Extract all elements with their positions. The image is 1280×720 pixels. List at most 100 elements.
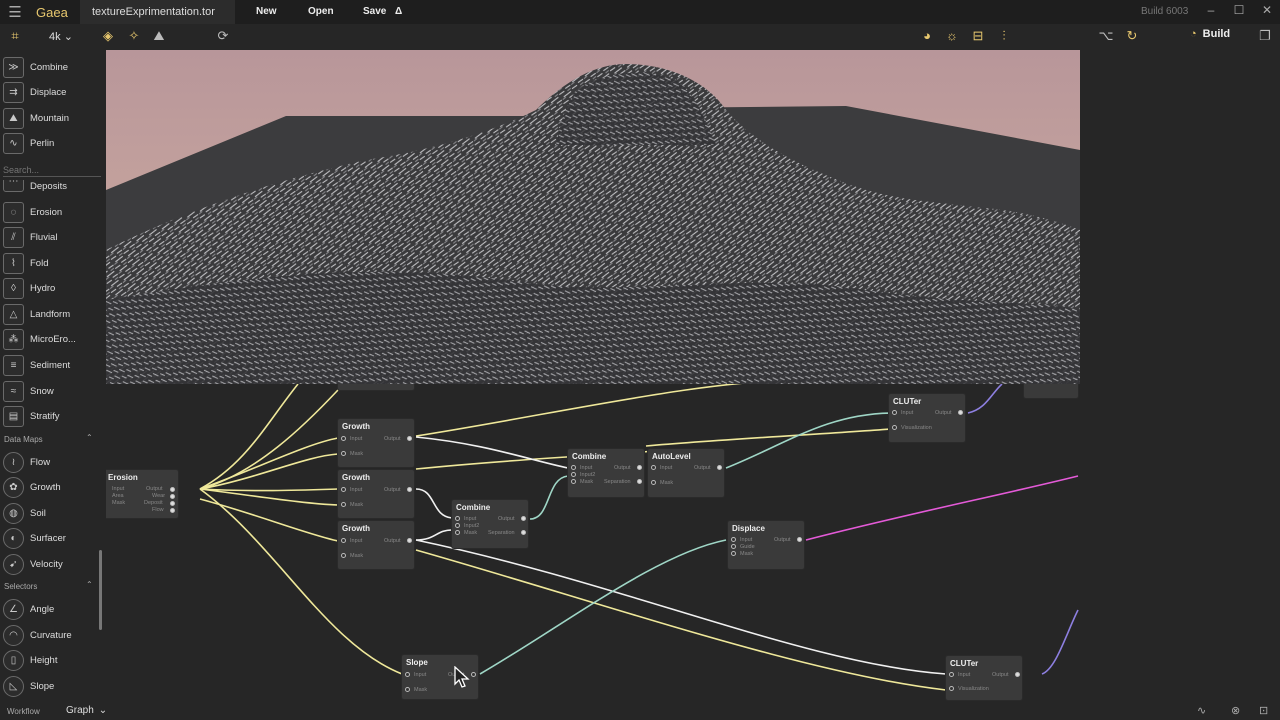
output-port[interactable]: [797, 537, 802, 542]
sliders-icon[interactable]: ⫶: [996, 28, 1012, 44]
frame-icon[interactable]: ⌗: [7, 28, 23, 44]
input-port[interactable]: [341, 451, 346, 456]
sidebar-item-height[interactable]: ▯ Height: [3, 649, 57, 671]
minimize-icon[interactable]: –: [1201, 3, 1221, 17]
sidebar-item-growth[interactable]: ✿ Growth: [3, 476, 61, 498]
input-port[interactable]: [949, 686, 954, 691]
output-port[interactable]: [521, 516, 526, 521]
sidebar-item-surfacer[interactable]: ◐ Surfacer: [3, 527, 66, 549]
cluter-node[interactable]: CLUTer Input Visualization Output: [946, 656, 1022, 700]
input-port[interactable]: [455, 516, 460, 521]
combine-node[interactable]: Combine Input Input2 Mask Output Separat…: [452, 500, 528, 548]
input-port[interactable]: [571, 472, 576, 477]
output-port[interactable]: [407, 538, 412, 543]
input-port[interactable]: [405, 672, 410, 677]
input-port[interactable]: [455, 523, 460, 528]
input-port[interactable]: [341, 538, 346, 543]
sun-icon[interactable]: ☼: [944, 28, 960, 44]
sidebar-item-fold[interactable]: ⌇ Fold: [3, 252, 48, 274]
input-port[interactable]: [341, 436, 346, 441]
output-port[interactable]: [958, 410, 963, 415]
output-port[interactable]: [170, 494, 175, 499]
terrain-icon[interactable]: ⛰: [151, 28, 167, 44]
resolution-select[interactable]: 4k ⌄: [49, 30, 73, 43]
sidebar-item-mountain[interactable]: ⛰ Mountain: [3, 107, 69, 129]
input-port[interactable]: [341, 502, 346, 507]
sync-icon[interactable]: ↻: [1124, 28, 1140, 44]
sidebar-item-erosion[interactable]: ◌ Erosion: [3, 201, 62, 223]
sidebar-item-stratify[interactable]: ▤ Stratify: [3, 405, 60, 427]
output-port[interactable]: [717, 465, 722, 470]
input-port[interactable]: [571, 479, 576, 484]
sidebar-item-deposits[interactable]: ⋯ Deposits: [3, 180, 67, 192]
input-port[interactable]: [949, 672, 954, 677]
output-port[interactable]: [407, 487, 412, 492]
collapse-caret-icon[interactable]: ⌃: [86, 580, 93, 589]
sidebar-item-microerosion[interactable]: ⁂ MicroEro...: [3, 328, 76, 350]
growth-node[interactable]: Growth Input Mask Output: [338, 419, 414, 467]
sidebar-item-snow[interactable]: ≈ Snow: [3, 380, 54, 402]
collapse-caret-icon[interactable]: ⌃: [86, 433, 93, 442]
waveform-icon[interactable]: ∿: [1197, 704, 1206, 717]
maximize-icon[interactable]: ☐: [1229, 3, 1249, 17]
sidebar-item-perlin[interactable]: ∿ Perlin: [3, 132, 54, 154]
autolevel-node[interactable]: AutoLevel Input Mask Output: [648, 449, 724, 497]
open-button[interactable]: Open: [308, 6, 334, 17]
growth-node[interactable]: Growth Input Mask Output: [338, 521, 414, 569]
growth-node[interactable]: Growth Input Mask Output: [338, 470, 414, 518]
node-graph-canvas[interactable]: Erosion Input Area Mask Output Wear Depo…: [106, 384, 1280, 720]
input-port[interactable]: [892, 425, 897, 430]
sidebar-item-flow[interactable]: ≀ Flow: [3, 451, 50, 473]
delta-icon[interactable]: Δ: [395, 6, 402, 17]
input-port[interactable]: [405, 687, 410, 692]
close-icon[interactable]: ✕: [1257, 3, 1277, 17]
palette-icon[interactable]: ◕: [919, 28, 935, 44]
input-port[interactable]: [731, 544, 736, 549]
displace-node[interactable]: Displace Input Guide Mask Output: [728, 521, 804, 569]
sidebar-scrollbar[interactable]: [99, 550, 102, 630]
cancel-circle-icon[interactable]: ⊗: [1231, 704, 1240, 717]
transform-icon[interactable]: ◈: [100, 28, 116, 44]
cluter-node[interactable]: CLUTer Input Visualization Output: [889, 394, 965, 442]
input-port[interactable]: [651, 465, 656, 470]
window-icon[interactable]: ⊡: [1259, 704, 1268, 717]
workflow-select[interactable]: Graph ⌄: [66, 705, 107, 716]
input-port[interactable]: [731, 551, 736, 556]
ruler-icon[interactable]: ⊟: [970, 28, 986, 44]
input-port[interactable]: [341, 553, 346, 558]
hamburger-menu-icon[interactable]: ☰: [0, 0, 30, 24]
input-port[interactable]: [892, 410, 897, 415]
sidebar-item-landform[interactable]: △ Landform: [3, 303, 70, 325]
sidebar-item-combine[interactable]: ≫ Combine: [3, 56, 68, 78]
file-tab[interactable]: textureExprimentation.tor: [80, 0, 235, 24]
sidebar-item-curvature[interactable]: ◠ Curvature: [3, 624, 72, 646]
input-port[interactable]: [731, 537, 736, 542]
input-port[interactable]: [455, 530, 460, 535]
export-icon[interactable]: ❐: [1257, 28, 1273, 44]
sidebar-item-slope[interactable]: ◺ Slope: [3, 675, 54, 697]
magic-wand-icon[interactable]: ✧: [126, 28, 142, 44]
sidebar-item-fluvial[interactable]: ⫽ Fluvial: [3, 226, 57, 248]
output-port[interactable]: [637, 465, 642, 470]
hidden-node[interactable]: [338, 384, 414, 390]
input-port[interactable]: [651, 480, 656, 485]
output-port[interactable]: [170, 501, 175, 506]
branch-icon[interactable]: ⌥: [1098, 28, 1114, 44]
output-port[interactable]: [407, 436, 412, 441]
refresh-icon[interactable]: ⟳: [215, 28, 231, 44]
input-port[interactable]: [341, 487, 346, 492]
input-port[interactable]: [571, 465, 576, 470]
terrain-3d-viewport[interactable]: [106, 50, 1080, 384]
save-button[interactable]: Save: [363, 6, 386, 17]
output-port[interactable]: [170, 508, 175, 513]
sidebar-item-displace[interactable]: ⇉ Displace: [3, 81, 66, 103]
output-port[interactable]: [521, 530, 526, 535]
hidden-node[interactable]: [1024, 384, 1078, 398]
output-port[interactable]: [1015, 672, 1020, 677]
combine-node[interactable]: Combine Input Input2 Mask Output Separat…: [568, 449, 644, 497]
node-search-input[interactable]: [3, 163, 101, 177]
output-port[interactable]: [170, 487, 175, 492]
sidebar-item-hydro[interactable]: ◊ Hydro: [3, 277, 55, 299]
sidebar-item-soil[interactable]: ◍ Soil: [3, 502, 46, 524]
sidebar-item-velocity[interactable]: ➹ Velocity: [3, 553, 63, 575]
